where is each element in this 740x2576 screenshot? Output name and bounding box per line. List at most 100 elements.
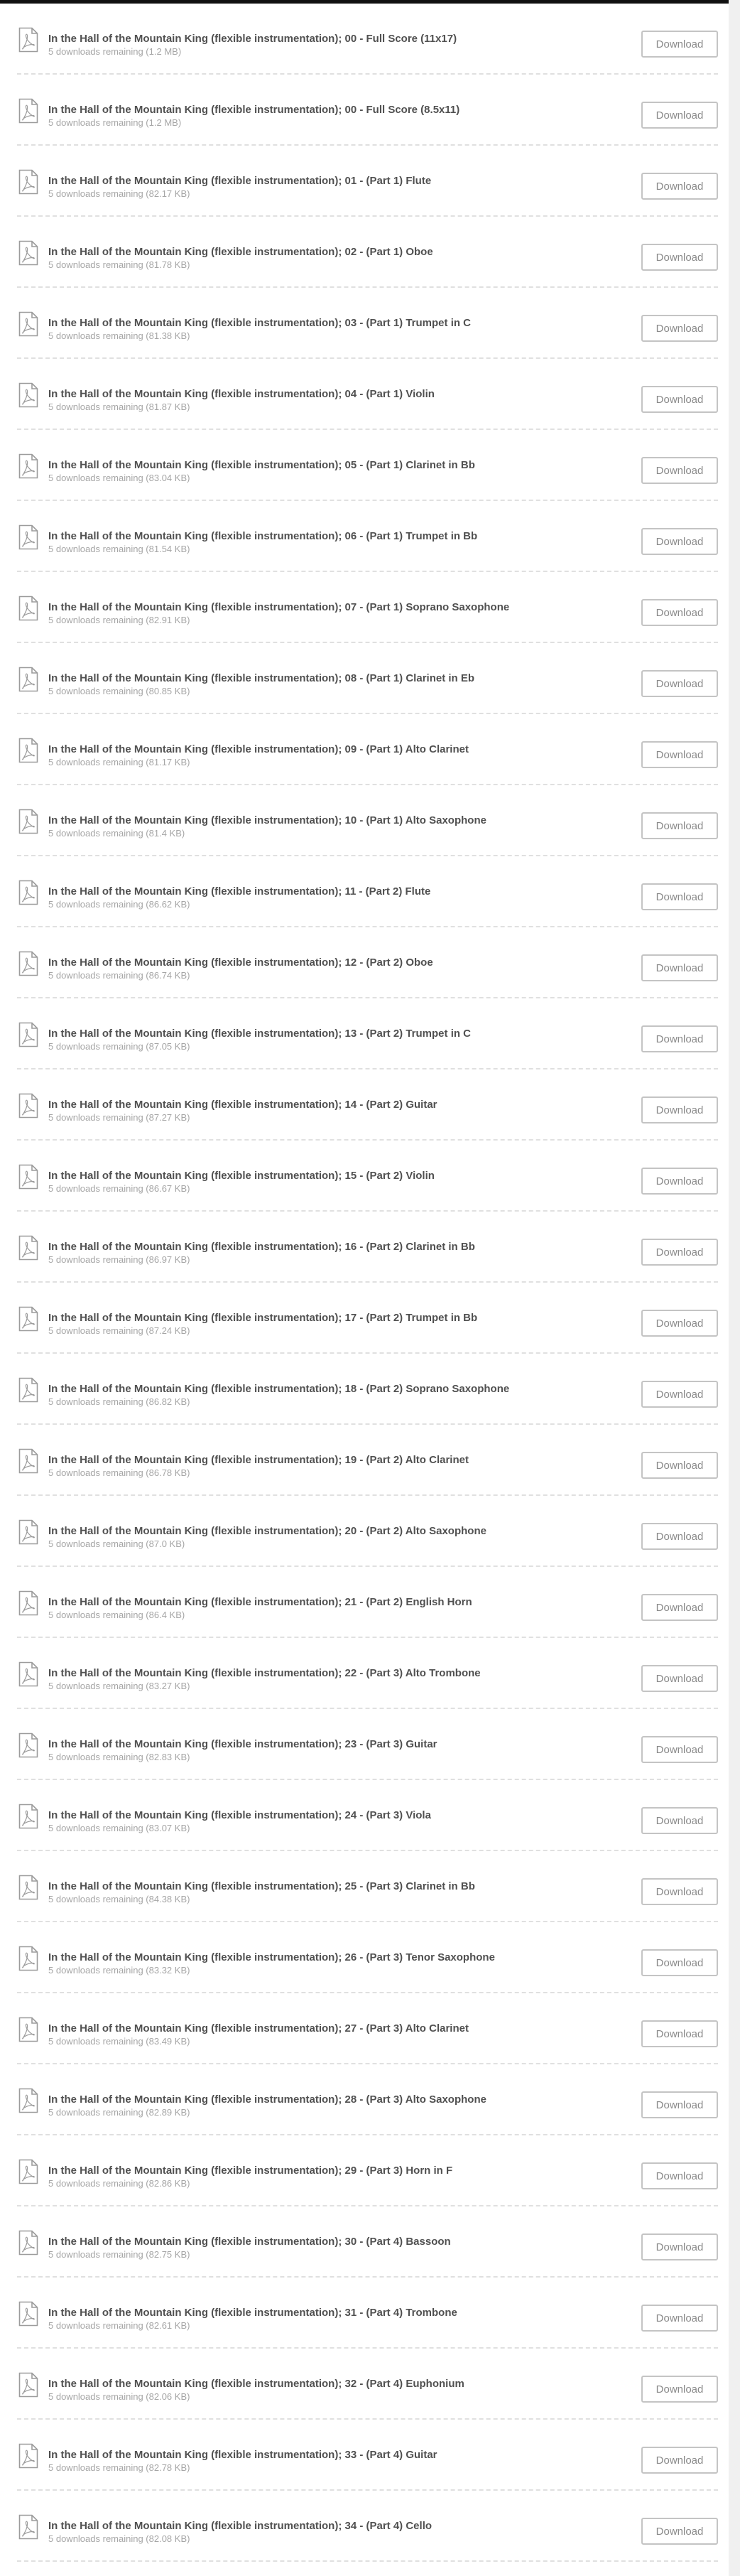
download-button[interactable]: Download bbox=[641, 954, 718, 981]
download-button[interactable]: Download bbox=[641, 2447, 718, 2474]
file-title: In the Hall of the Mountain King (flexib… bbox=[48, 2449, 437, 2461]
download-button[interactable]: Download bbox=[641, 1168, 718, 1195]
pdf-file-icon bbox=[18, 1448, 38, 1474]
file-title: In the Hall of the Mountain King (flexib… bbox=[48, 1383, 510, 1395]
pdf-file-icon bbox=[18, 27, 38, 53]
file-title: In the Hall of the Mountain King (flexib… bbox=[48, 1525, 486, 1537]
download-row: In the Hall of the Mountain King (flexib… bbox=[17, 288, 718, 359]
download-button[interactable]: Download bbox=[641, 1878, 718, 1905]
download-button[interactable]: Download bbox=[641, 2305, 718, 2332]
download-button[interactable]: Download bbox=[641, 2376, 718, 2403]
download-row: In the Hall of the Mountain King (flexib… bbox=[17, 1993, 718, 2064]
download-button[interactable]: Download bbox=[641, 1452, 718, 1479]
file-title: In the Hall of the Mountain King (flexib… bbox=[48, 2236, 451, 2248]
file-meta: 5 downloads remaining (81.38 KB) bbox=[48, 330, 190, 341]
file-meta: 5 downloads remaining (82.08 KB) bbox=[48, 2533, 190, 2544]
download-row: In the Hall of the Mountain King (flexib… bbox=[17, 1496, 718, 1567]
file-title: In the Hall of the Mountain King (flexib… bbox=[48, 2520, 432, 2532]
pdf-file-icon bbox=[18, 169, 38, 195]
download-button[interactable]: Download bbox=[641, 599, 718, 626]
file-meta: 5 downloads remaining (82.83 KB) bbox=[48, 1752, 190, 1762]
download-row: In the Hall of the Mountain King (flexib… bbox=[17, 2206, 718, 2278]
download-button[interactable]: Download bbox=[641, 741, 718, 768]
download-button[interactable]: Download bbox=[641, 1239, 718, 1266]
file-meta: 5 downloads remaining (81.4 KB) bbox=[48, 828, 185, 839]
download-button[interactable]: Download bbox=[641, 2233, 718, 2260]
download-row: In the Hall of the Mountain King (flexib… bbox=[17, 217, 718, 288]
download-row: In the Hall of the Mountain King (flexib… bbox=[17, 2420, 718, 2491]
download-button[interactable]: Download bbox=[641, 1523, 718, 1550]
download-button[interactable]: Download bbox=[641, 1949, 718, 1976]
pdf-file-icon bbox=[18, 1164, 38, 1190]
pdf-file-icon bbox=[18, 2372, 38, 2398]
download-button[interactable]: Download bbox=[641, 812, 718, 839]
pdf-file-icon bbox=[18, 524, 38, 550]
file-title: In the Hall of the Mountain King (flexib… bbox=[48, 1170, 435, 1182]
file-meta: 5 downloads remaining (82.17 KB) bbox=[48, 188, 190, 199]
download-button[interactable]: Download bbox=[641, 386, 718, 413]
file-title: In the Hall of the Mountain King (flexib… bbox=[48, 814, 486, 826]
download-row: In the Hall of the Mountain King (flexib… bbox=[17, 2349, 718, 2420]
download-button[interactable]: Download bbox=[641, 244, 718, 271]
download-row: In the Hall of the Mountain King (flexib… bbox=[17, 2278, 718, 2349]
download-button[interactable]: Download bbox=[641, 102, 718, 129]
file-meta: 5 downloads remaining (84.38 KB) bbox=[48, 1894, 190, 1904]
download-button[interactable]: Download bbox=[641, 1594, 718, 1621]
download-row: In the Hall of the Mountain King (flexib… bbox=[17, 1922, 718, 1993]
pdf-file-icon bbox=[18, 1377, 38, 1403]
download-row: In the Hall of the Mountain King (flexib… bbox=[17, 785, 718, 856]
pdf-file-icon bbox=[18, 2514, 38, 2540]
download-row: In the Hall of the Mountain King (flexib… bbox=[17, 501, 718, 572]
file-meta: 5 downloads remaining (86.78 KB) bbox=[48, 1467, 190, 1478]
file-meta: 5 downloads remaining (81.78 KB) bbox=[48, 259, 190, 270]
download-button[interactable]: Download bbox=[641, 1665, 718, 1692]
download-button[interactable]: Download bbox=[641, 173, 718, 200]
download-button[interactable]: Download bbox=[641, 1736, 718, 1763]
download-button[interactable]: Download bbox=[641, 1807, 718, 1834]
download-row: In the Hall of the Mountain King (flexib… bbox=[17, 146, 718, 217]
download-button[interactable]: Download bbox=[641, 1381, 718, 1408]
file-title: In the Hall of the Mountain King (flexib… bbox=[48, 246, 433, 258]
download-button[interactable]: Download bbox=[641, 2162, 718, 2189]
file-title: In the Hall of the Mountain King (flexib… bbox=[48, 743, 469, 755]
file-meta: 5 downloads remaining (87.05 KB) bbox=[48, 1041, 190, 1052]
pdf-file-icon bbox=[18, 667, 38, 692]
file-meta: 5 downloads remaining (82.86 KB) bbox=[48, 2178, 190, 2189]
download-row: In the Hall of the Mountain King (flexib… bbox=[17, 856, 718, 927]
download-button[interactable]: Download bbox=[641, 31, 718, 58]
file-title: In the Hall of the Mountain King (flexib… bbox=[48, 1951, 495, 1963]
download-button[interactable]: Download bbox=[641, 670, 718, 697]
file-meta: 5 downloads remaining (1.2 MB) bbox=[48, 46, 182, 57]
download-button[interactable]: Download bbox=[641, 1310, 718, 1337]
download-button[interactable]: Download bbox=[641, 457, 718, 484]
file-title: In the Hall of the Mountain King (flexib… bbox=[48, 1028, 472, 1040]
file-title: In the Hall of the Mountain King (flexib… bbox=[48, 175, 432, 187]
file-meta: 5 downloads remaining (83.04 KB) bbox=[48, 473, 190, 483]
download-button[interactable]: Download bbox=[641, 528, 718, 555]
download-row: In the Hall of the Mountain King (flexib… bbox=[17, 1638, 718, 1709]
download-row: In the Hall of the Mountain King (flexib… bbox=[17, 4, 718, 75]
file-meta: 5 downloads remaining (1.2 MB) bbox=[48, 117, 182, 128]
file-meta: 5 downloads remaining (81.54 KB) bbox=[48, 544, 190, 554]
download-button[interactable]: Download bbox=[641, 2020, 718, 2047]
download-row: In the Hall of the Mountain King (flexib… bbox=[17, 1851, 718, 1922]
file-title: In the Hall of the Mountain King (flexib… bbox=[48, 104, 460, 116]
pdf-file-icon bbox=[18, 1590, 38, 1616]
file-meta: 5 downloads remaining (83.27 KB) bbox=[48, 1681, 190, 1691]
pdf-file-icon bbox=[18, 2017, 38, 2042]
download-row: In the Hall of the Mountain King (flexib… bbox=[17, 927, 718, 998]
download-button[interactable]: Download bbox=[641, 315, 718, 342]
pdf-file-icon bbox=[18, 1732, 38, 1758]
file-title: In the Hall of the Mountain King (flexib… bbox=[48, 2093, 486, 2106]
file-meta: 5 downloads remaining (81.17 KB) bbox=[48, 757, 190, 767]
download-row: In the Hall of the Mountain King (flexib… bbox=[17, 714, 718, 785]
file-meta: 5 downloads remaining (82.61 KB) bbox=[48, 2320, 190, 2331]
download-button[interactable]: Download bbox=[641, 883, 718, 910]
download-button[interactable]: Download bbox=[641, 1025, 718, 1052]
download-button[interactable]: Download bbox=[641, 2518, 718, 2545]
file-title: In the Hall of the Mountain King (flexib… bbox=[48, 601, 510, 613]
download-button[interactable]: Download bbox=[641, 2091, 718, 2118]
download-row: In the Hall of the Mountain King (flexib… bbox=[17, 572, 718, 643]
download-row: In the Hall of the Mountain King (flexib… bbox=[17, 1567, 718, 1638]
download-button[interactable]: Download bbox=[641, 1096, 718, 1123]
